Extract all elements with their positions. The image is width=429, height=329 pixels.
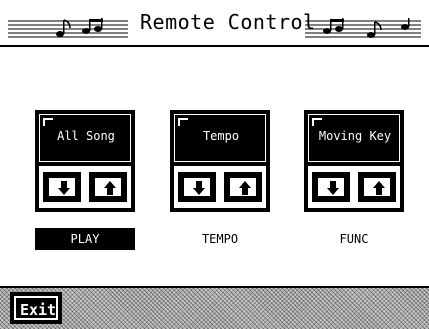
panel-name: All Song bbox=[57, 129, 115, 143]
page-title: Remote Control bbox=[140, 10, 316, 34]
button-row bbox=[308, 166, 400, 208]
play-caption: PLAY bbox=[35, 228, 135, 250]
tempo-panel: Tempo bbox=[170, 110, 270, 212]
down-button[interactable] bbox=[178, 172, 216, 202]
button-row bbox=[174, 166, 266, 208]
panel-name: Tempo bbox=[202, 129, 240, 143]
music-staff-icon bbox=[305, 18, 421, 38]
corner-mark bbox=[43, 118, 53, 126]
corner-mark bbox=[178, 118, 188, 126]
title-divider bbox=[0, 45, 429, 47]
arrow-down-icon bbox=[193, 181, 205, 195]
corner-mark bbox=[312, 118, 322, 126]
up-button[interactable] bbox=[358, 172, 396, 202]
exit-button[interactable]: Exit bbox=[10, 292, 62, 324]
panel-name: Moving Key bbox=[318, 129, 392, 143]
arrow-up-icon bbox=[104, 181, 116, 195]
panel-label-area[interactable]: Moving Key bbox=[308, 114, 400, 162]
arrow-up-icon bbox=[373, 181, 385, 195]
all-song-panel: All Song bbox=[35, 110, 135, 212]
tempo-caption: TEMPO bbox=[201, 232, 239, 246]
arrow-up-icon bbox=[239, 181, 251, 195]
bottom-bar: Exit bbox=[0, 286, 429, 329]
up-button[interactable] bbox=[89, 172, 127, 202]
title-bar: Remote Control bbox=[0, 0, 429, 47]
panel-label-area[interactable]: All Song bbox=[39, 114, 131, 162]
button-row bbox=[39, 166, 131, 208]
remote-control-screen: Remote Control All Song PLAY Tempo TEMPO… bbox=[0, 0, 429, 329]
func-caption: FUNC bbox=[339, 232, 369, 246]
up-button[interactable] bbox=[224, 172, 262, 202]
arrow-down-icon bbox=[327, 181, 339, 195]
down-button[interactable] bbox=[312, 172, 350, 202]
arrow-down-icon bbox=[58, 181, 70, 195]
moving-key-panel: Moving Key bbox=[304, 110, 404, 212]
exit-label: Exit bbox=[19, 301, 57, 319]
down-button[interactable] bbox=[43, 172, 81, 202]
music-staff-icon bbox=[8, 18, 128, 38]
panel-label-area[interactable]: Tempo bbox=[174, 114, 266, 162]
